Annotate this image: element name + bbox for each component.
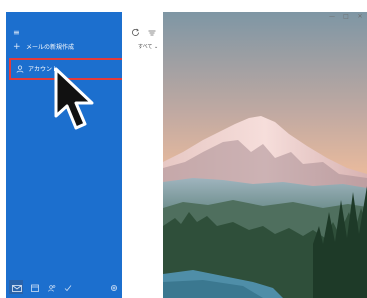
window-controls: — □ ✕ — [325, 12, 367, 22]
mouse-cursor-icon — [54, 67, 94, 130]
maximize-icon[interactable]: □ — [339, 12, 353, 22]
reading-pane-background — [163, 12, 367, 298]
minimize-icon[interactable]: — — [325, 12, 339, 22]
mail-app-window: ≡ + メールの新規作成 アカウント すべて ⌄ — □ ✕ — [0, 0, 367, 298]
sync-icon[interactable] — [131, 28, 140, 37]
bottom-app-switcher — [6, 278, 122, 298]
filter-icon[interactable] — [148, 29, 156, 37]
plus-icon[interactable]: + — [13, 43, 21, 52]
calendar-icon[interactable] — [31, 284, 39, 292]
message-list-pane: すべて ⌄ — [122, 12, 163, 298]
chevron-down-icon: ⌄ — [154, 44, 159, 50]
new-mail-button[interactable]: メールの新規作成 — [26, 43, 74, 52]
filter-dropdown-label: すべて — [138, 44, 153, 50]
todo-icon[interactable] — [64, 284, 72, 292]
mountain-landscape-image — [163, 12, 367, 298]
filter-dropdown[interactable]: すべて ⌄ — [138, 44, 158, 50]
people-icon[interactable] — [48, 284, 56, 292]
settings-icon[interactable] — [110, 284, 118, 292]
navigation-sidebar: ≡ + メールの新規作成 アカウント — [6, 12, 125, 298]
hamburger-menu-icon[interactable]: ≡ — [13, 28, 20, 37]
close-icon[interactable]: ✕ — [353, 12, 367, 22]
mail-icon[interactable] — [9, 280, 23, 294]
person-icon — [16, 65, 24, 73]
